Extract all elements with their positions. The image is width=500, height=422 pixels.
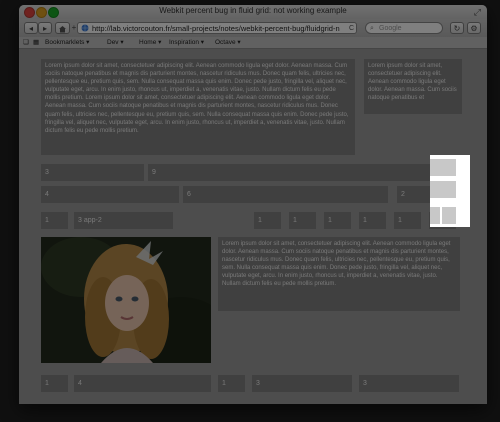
toolbar: ◂ ▸ + http://lab.victorcouton.fr/small-p… (19, 19, 487, 37)
url-text: http://lab.victorcouton.fr/small-project… (92, 24, 340, 33)
grid-cell-r2-c2: 6 (183, 186, 388, 203)
text-block-top-left: Lorem ipsum dolor sit amet, consectetuer… (41, 59, 355, 155)
site-favicon-icon (81, 24, 89, 32)
back-arrow-icon: ◂ (28, 24, 33, 33)
grid-cell-r4-c3: 1 (218, 375, 245, 392)
highlight-strip-4 (442, 207, 456, 224)
grid-cell-r3-c6: 1 (359, 212, 386, 229)
text-block-top-right: Lorem ipsum dolor sit amet, consectetuer… (364, 59, 462, 114)
grid-cell-r1-c1: 3 (41, 164, 144, 181)
bookmark-bookmarklets[interactable]: Bookmarklets ▾ (45, 37, 89, 48)
grid-cell-r4-c2: 4 (74, 375, 211, 392)
bookmark-inspiration[interactable]: Inspiration ▾ (169, 37, 204, 48)
bookmark-octave[interactable]: Octave ▾ (215, 37, 241, 48)
resize-icon[interactable]: ⤢ (474, 6, 481, 18)
highlight-strip-2 (430, 181, 456, 198)
page-reload-button[interactable]: ↻ (450, 22, 464, 34)
home-button[interactable] (55, 22, 70, 34)
grid-icon[interactable]: ▦ (33, 37, 39, 48)
grid-cell-r2-c1: 4 (41, 186, 179, 203)
book-icon[interactable]: ❏ (23, 37, 29, 48)
grid-cell-r3-c3: 1 (254, 212, 281, 229)
grid-cell-r4-c1: 1 (41, 375, 68, 392)
grid-cell-r3-c2: 3 app-2 (74, 212, 173, 229)
girl-photo-illustration (41, 237, 211, 363)
title-bar: Webkit percent bug in fluid grid: not wo… (19, 5, 487, 19)
highlight-region (430, 155, 470, 227)
grid-cell-r4-c5: 3 (359, 375, 459, 392)
search-placeholder: Google (379, 25, 402, 32)
grid-cell-r1-c2: 9 (148, 164, 463, 181)
bookmark-home[interactable]: Home ▾ (139, 37, 161, 48)
forward-arrow-icon: ▸ (42, 24, 47, 33)
search-field[interactable]: ⌕ Google (365, 22, 443, 34)
window-title: Webkit percent bug in fluid grid: not wo… (159, 6, 347, 15)
girl-photo (41, 237, 211, 363)
highlight-strip-3 (430, 207, 440, 224)
grid-cell-r3-c5: 1 (324, 212, 351, 229)
highlight-strip-1 (430, 159, 456, 176)
grid-cell-r3-c4: 1 (289, 212, 316, 229)
grid-cell-r3-c1: 1 (41, 212, 68, 229)
settings-button[interactable]: ⚙ (467, 22, 481, 34)
grid-cell-r3-c7: 1 (394, 212, 421, 229)
grid-cell-r4-c4: 3 (252, 375, 352, 392)
home-icon (59, 26, 66, 33)
page-content: Lorem ipsum dolor sit amet, consectetuer… (19, 49, 487, 404)
add-bookmark-icon: + (71, 23, 77, 32)
search-icon: ⌕ (370, 25, 374, 32)
text-block-image-side: Lorem ipsum dolor sit amet, consectetuer… (218, 237, 460, 311)
settings-icon: ⚙ (470, 24, 478, 33)
reload-icon[interactable]: C (346, 23, 354, 33)
bookmarks-bar: ❏ ▦ Bookmarklets ▾ Dev ▾ Home ▾ Inspirat… (19, 37, 487, 49)
address-bar[interactable]: http://lab.victorcouton.fr/small-project… (77, 22, 357, 34)
reload-arrow-icon: ↻ (453, 24, 461, 33)
bookmark-dev[interactable]: Dev ▾ (107, 37, 124, 48)
back-button[interactable]: ◂ (24, 22, 38, 34)
forward-button[interactable]: ▸ (38, 22, 52, 34)
browser-window: Webkit percent bug in fluid grid: not wo… (19, 5, 487, 404)
